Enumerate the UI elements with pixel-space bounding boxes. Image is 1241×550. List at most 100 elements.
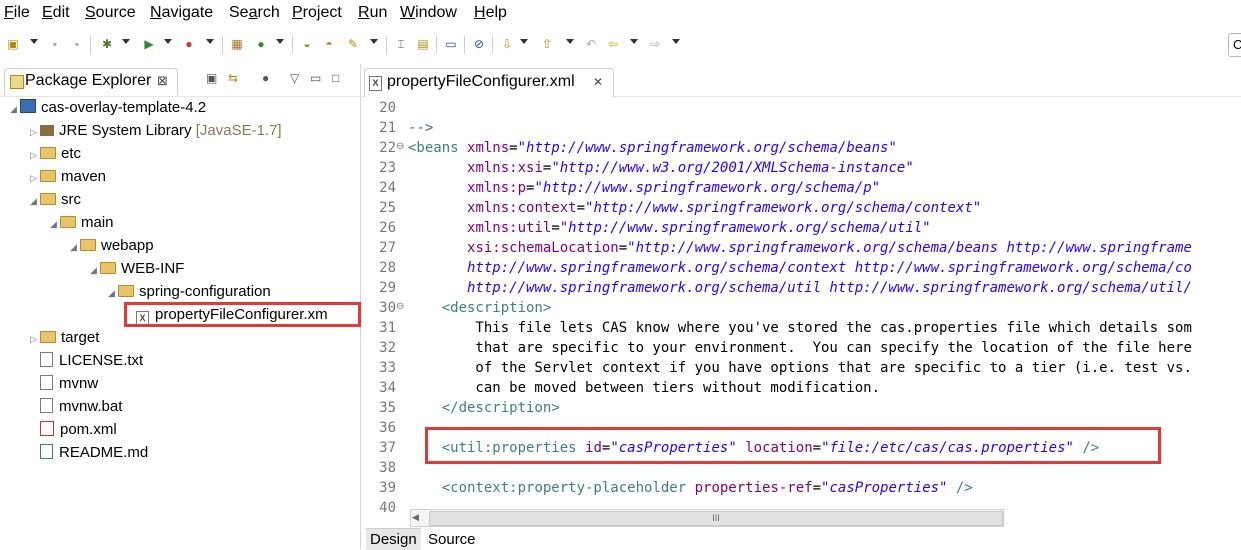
collapsed-twisty-icon[interactable]: ▷ [30, 144, 40, 166]
menu-source[interactable]: Source [85, 4, 136, 22]
toolbar-separator [90, 36, 91, 54]
save-icon[interactable]: ▪ [48, 37, 62, 51]
collapse-all-icon[interactable]: ▣ [206, 71, 217, 85]
folder-icon [40, 147, 56, 159]
expanded-twisty-icon[interactable]: ◢ [30, 190, 40, 212]
tab-source[interactable]: Source [424, 528, 480, 550]
collapsed-twisty-icon[interactable]: ▷ [30, 121, 40, 143]
search-tool-icon[interactable]: ✎ [346, 37, 360, 51]
tree-item-label: WEB-INF [121, 260, 185, 277]
tree-item[interactable]: ▷ maven [30, 166, 106, 188]
close-icon[interactable]: ✕ [593, 75, 603, 89]
editor-tab-propertyfileconfigurer[interactable]: X propertyFileConfigurer.xml ✕ [364, 68, 614, 97]
scroll-left-icon[interactable]: ◀ [412, 512, 419, 523]
new-java-package-icon[interactable]: ▦ [230, 37, 244, 51]
debug-dropdown-icon[interactable] [122, 39, 130, 44]
tree-item[interactable]: mvnw.bat [30, 396, 122, 418]
forward-dropdown-icon[interactable] [672, 39, 680, 44]
save-all-icon[interactable]: ▪ [70, 37, 84, 51]
package-explorer-tab[interactable]: Package Explorer ⊠ [4, 68, 178, 95]
minimize-icon[interactable]: ▭ [310, 71, 321, 85]
quick-access-search[interactable]: C [1228, 33, 1241, 57]
next-annotation-icon[interactable]: ⇩ [500, 37, 514, 51]
code-line: xmlns:context="http://www.springframewor… [408, 198, 981, 218]
tree-item[interactable]: ▷ target [30, 327, 99, 349]
menu-search[interactable]: Search [229, 4, 280, 22]
new-dropdown-icon[interactable] [30, 39, 38, 44]
menu-file[interactable]: File [4, 4, 30, 22]
menu-run[interactable]: Run [358, 4, 387, 22]
tree-item[interactable]: ◢ src [30, 189, 81, 211]
tree-item-label: pom.xml [60, 421, 117, 438]
view-menu-icon[interactable]: ▽ [290, 71, 299, 85]
menu-project[interactable]: Project [292, 4, 342, 22]
tree-item[interactable]: ◢ webapp [70, 235, 154, 257]
toolbar-separator [436, 36, 437, 54]
fold-toggle-icon[interactable]: ⊖ [396, 301, 406, 312]
expanded-twisty-icon[interactable]: ◢ [10, 98, 20, 120]
tree-item[interactable]: pom.xml [30, 419, 117, 441]
package-explorer-tabbar: Package Explorer ⊠ ▣ ⇆ ● ▽ ▭ □ [0, 64, 360, 97]
external-tools-dropdown-icon[interactable] [206, 39, 214, 44]
expanded-twisty-icon[interactable]: ◢ [90, 259, 100, 281]
collapsed-twisty-icon[interactable]: ▷ [30, 328, 40, 350]
last-edit-location-icon[interactable]: ↶ [584, 37, 598, 51]
previous-annotation-icon[interactable]: ⇧ [540, 37, 554, 51]
expanded-twisty-icon[interactable]: ◢ [50, 213, 60, 235]
tree-item[interactable]: ◢ WEB-INF [90, 258, 184, 280]
tab-design[interactable]: Design [366, 528, 421, 550]
tree-item[interactable]: ◢ spring-configuration [108, 281, 271, 303]
folder-icon [40, 193, 56, 205]
expanded-twisty-icon[interactable]: ◢ [108, 282, 118, 304]
menu-window[interactable]: Window [400, 4, 457, 22]
toggle-breadcrumb-icon[interactable]: ▤ [416, 37, 430, 51]
open-task-icon[interactable]: ◓ [322, 37, 336, 51]
expanded-twisty-icon[interactable]: ◢ [70, 236, 80, 258]
new-wizard-icon[interactable]: ▣ [6, 37, 20, 51]
tree-item[interactable]: ▷ etc [30, 143, 81, 165]
line-number: 36 [379, 420, 396, 436]
collapsed-twisty-icon[interactable]: ▷ [30, 167, 40, 189]
close-icon[interactable]: ⊠ [157, 73, 168, 89]
code-token: "http://www.springframework.org/schema/b… [627, 240, 1192, 256]
code-line: xmlns:xsi="http://www.w3.org/2001/XMLSch… [408, 158, 914, 178]
menu-edit[interactable]: Edit [42, 4, 70, 22]
code-line: xmlns:util="http://www.springframework.o… [408, 218, 931, 238]
new-class-dropdown-icon[interactable] [276, 39, 284, 44]
next-annotation-dropdown-icon[interactable] [520, 39, 528, 44]
tree-item[interactable]: README.md [30, 442, 148, 464]
menu-help[interactable]: Help [474, 4, 507, 22]
previous-annotation-dropdown-icon[interactable] [566, 39, 574, 44]
code-line: This file lets CAS know where you've sto… [408, 318, 1192, 338]
back-arrow-icon[interactable]: ⇦ [606, 37, 620, 51]
external-tools-icon[interactable]: ● [182, 37, 196, 51]
search-dropdown-icon[interactable] [370, 39, 378, 44]
debug-icon[interactable]: ✱ [100, 37, 114, 51]
menu-navigate[interactable]: Navigate [150, 4, 213, 22]
skip-breakpoints-icon[interactable]: ⊘ [472, 37, 486, 51]
run-icon[interactable]: ▶ [142, 37, 156, 51]
focus-on-active-task-icon[interactable]: ● [262, 71, 269, 85]
fold-toggle-icon[interactable]: ⊖ [396, 141, 406, 152]
tree-item[interactable]: mvnw [30, 373, 98, 395]
back-dropdown-icon[interactable] [630, 39, 638, 44]
forward-arrow-icon[interactable]: ⇨ [648, 37, 662, 51]
tree-item[interactable]: ▷ JRE System Library [JavaSE-1.7] [30, 120, 282, 142]
toggle-mark-icon[interactable]: ⌶ [394, 37, 408, 51]
show-whitespace-icon[interactable]: ▭ [444, 37, 458, 51]
open-type-icon[interactable]: ◒ [300, 37, 314, 51]
toolbar-separator [492, 36, 493, 54]
scroll-thumb[interactable]: III [429, 511, 1003, 526]
tree-item[interactable]: LICENSE.txt [30, 350, 143, 372]
code-line: http://www.springframework.org/schema/co… [408, 258, 1192, 278]
link-with-editor-icon[interactable]: ⇆ [228, 71, 238, 85]
code-token: This file lets CAS know where you've sto… [408, 320, 1192, 336]
maximize-icon[interactable]: □ [332, 71, 339, 85]
tree-item[interactable]: ◢ cas-overlay-template-4.2 [10, 97, 206, 119]
horizontal-scrollbar[interactable]: ◀ III [410, 509, 1004, 527]
run-dropdown-icon[interactable] [164, 39, 172, 44]
new-java-class-icon[interactable]: ● [254, 37, 268, 51]
tree-item[interactable]: ◢ main [50, 212, 114, 234]
tree-item-label: src [61, 191, 81, 208]
